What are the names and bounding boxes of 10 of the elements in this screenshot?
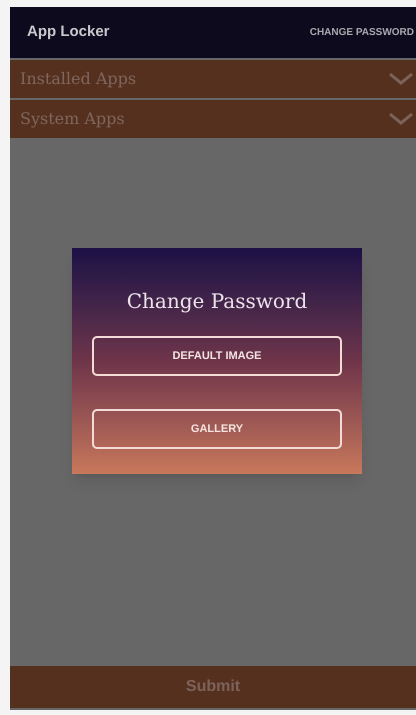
app-title: App Locker xyxy=(27,22,110,42)
chevron-down-icon xyxy=(388,72,414,86)
change-password-button[interactable]: CHANGE PASSWORD xyxy=(310,25,414,40)
section-header[interactable]: Installed Apps xyxy=(10,60,416,98)
chevron-down-icon xyxy=(388,112,414,126)
dialog-button[interactable]: DEFAULT IMAGE xyxy=(92,336,342,376)
dialog-button[interactable]: GALLERY xyxy=(92,409,342,449)
submit-button[interactable]: Submit xyxy=(10,666,416,708)
section-header[interactable]: System Apps xyxy=(10,100,416,138)
dialog-title: Change Password xyxy=(126,288,308,315)
